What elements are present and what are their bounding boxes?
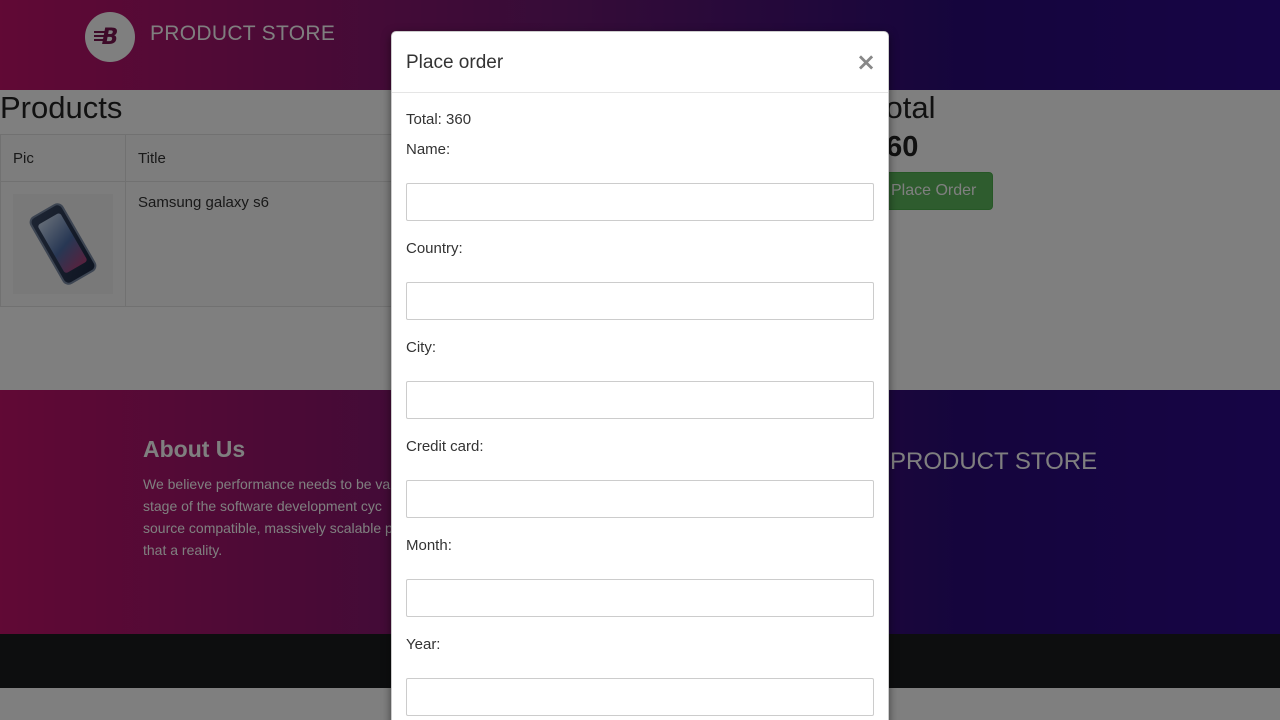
- city-input[interactable]: [406, 381, 874, 419]
- credit-card-label: Credit card:: [406, 438, 484, 455]
- city-label: City:: [406, 339, 436, 356]
- name-label: Name:: [406, 141, 451, 158]
- close-icon[interactable]: ×: [856, 50, 876, 74]
- year-label: Year:: [406, 636, 441, 653]
- modal-header: Place order ×: [392, 32, 888, 93]
- month-label: Month:: [406, 537, 452, 554]
- order-total-label: Total: 360: [406, 111, 472, 128]
- country-label: Country:: [406, 240, 463, 257]
- modal-title: Place order: [406, 52, 504, 73]
- year-input[interactable]: [406, 678, 874, 716]
- name-input[interactable]: [406, 183, 874, 221]
- place-order-modal: Place order × Total: 360 Name: Country: …: [391, 31, 889, 720]
- month-input[interactable]: [406, 579, 874, 617]
- country-input[interactable]: [406, 282, 874, 320]
- credit-card-input[interactable]: [406, 480, 874, 518]
